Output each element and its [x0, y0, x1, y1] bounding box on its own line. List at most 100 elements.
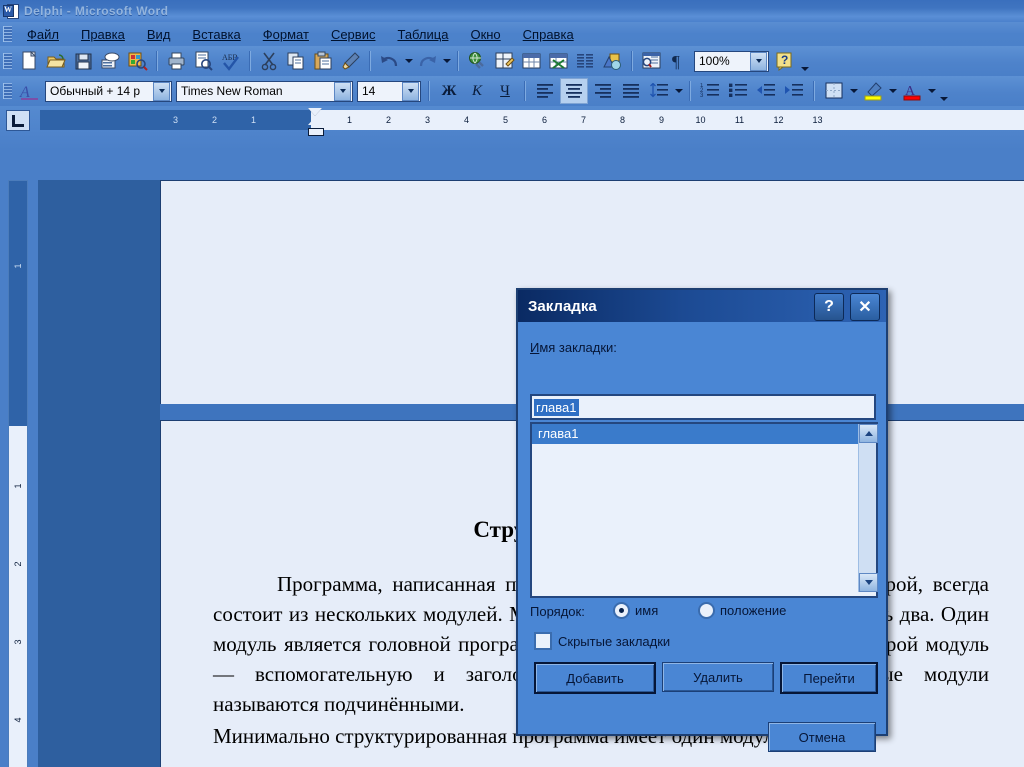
dialog-title-bar[interactable]: Закладка ? ✕ — [518, 290, 886, 322]
search-document-icon[interactable] — [125, 49, 150, 73]
format-painter-icon[interactable] — [338, 49, 363, 73]
ruler-strip[interactable]: 3 2 1 1 2 3 4 5 6 7 8 9 10 11 12 13 — [40, 110, 1024, 130]
menu-item-help[interactable]: Справка — [512, 25, 585, 44]
menu-item-edit[interactable]: Правка — [70, 25, 136, 44]
paste-icon[interactable] — [311, 49, 336, 73]
order-radio-position[interactable]: положение — [698, 602, 786, 619]
undo-dropdown-caret[interactable] — [403, 49, 414, 73]
highlight-icon[interactable] — [860, 79, 886, 103]
vertical-ruler-tick: 4 — [13, 717, 23, 723]
italic-label: К — [472, 82, 482, 99]
print-preview-icon[interactable] — [191, 49, 216, 73]
underline-button[interactable]: Ч — [492, 79, 518, 103]
dialog-help-button[interactable]: ? — [814, 293, 844, 321]
font-combobox[interactable]: Times New Roman — [176, 80, 353, 102]
menu-grip-handle[interactable] — [3, 26, 12, 42]
delete-button[interactable]: Удалить — [662, 662, 774, 692]
save-icon[interactable] — [71, 49, 96, 73]
checkbox-box — [534, 632, 552, 650]
toolbar-separator — [457, 51, 459, 71]
font-size-combobox[interactable]: 14 — [357, 80, 421, 102]
hanging-indent-marker[interactable] — [308, 117, 322, 125]
redo-dropdown-caret[interactable] — [441, 49, 452, 73]
left-indent-marker[interactable] — [308, 128, 324, 136]
standard-toolbar-overflow-caret[interactable] — [798, 47, 811, 75]
help-question-icon[interactable]: ? — [772, 49, 797, 73]
menu-item-table[interactable]: Таблица — [386, 25, 459, 44]
formatting-toolbar-grip[interactable] — [3, 83, 12, 99]
line-spacing-dropdown-caret[interactable] — [673, 79, 684, 103]
add-button[interactable]: Добавить — [534, 662, 656, 694]
open-folder-icon[interactable] — [44, 49, 69, 73]
italic-button[interactable]: К — [464, 79, 490, 103]
spelling-check-icon[interactable]: АБВ — [218, 49, 243, 73]
styles-and-formatting-icon[interactable]: A — [17, 79, 42, 103]
bookmark-name-label: Имя закладки: — [530, 340, 617, 355]
align-center-icon[interactable] — [560, 78, 588, 104]
goto-button[interactable]: Перейти — [780, 662, 878, 694]
document-map-icon[interactable] — [639, 49, 664, 73]
scroll-down-arrow-icon[interactable] — [859, 573, 878, 592]
highlight-dropdown-caret[interactable] — [887, 79, 898, 103]
align-justify-icon[interactable] — [618, 79, 644, 103]
menu-item-file[interactable]: Файл — [16, 25, 70, 44]
align-right-icon[interactable] — [590, 79, 616, 103]
order-radio-name[interactable]: имя — [613, 602, 658, 619]
standard-toolbar-grip[interactable] — [3, 53, 12, 69]
numbered-list-icon[interactable]: 123 — [697, 79, 723, 103]
menu-item-window[interactable]: Окно — [459, 25, 511, 44]
show-formatting-marks-icon[interactable]: ¶ — [666, 49, 691, 73]
hyperlink-icon[interactable] — [465, 49, 490, 73]
dialog-close-button[interactable]: ✕ — [850, 293, 880, 321]
menu-item-tools[interactable]: Сервис — [320, 25, 387, 44]
font-color-icon[interactable]: A — [899, 79, 925, 103]
insert-table-icon[interactable] — [519, 49, 544, 73]
zoom-combobox[interactable]: 100% — [694, 50, 769, 72]
borders-icon[interactable] — [821, 79, 847, 103]
formatting-toolbar-overflow-caret[interactable] — [937, 77, 950, 105]
borders-dropdown-caret[interactable] — [848, 79, 859, 103]
horizontal-ruler[interactable]: 3 2 1 1 2 3 4 5 6 7 8 9 10 11 12 13 — [0, 106, 1024, 150]
menu-edit-label: Правка — [80, 26, 125, 42]
redo-icon[interactable] — [415, 49, 440, 73]
cut-scissors-icon[interactable] — [257, 49, 282, 73]
menu-item-insert[interactable]: Вставка — [181, 25, 251, 44]
font-color-dropdown-caret[interactable] — [926, 79, 937, 103]
toolbar-separator — [631, 51, 633, 71]
align-left-icon[interactable] — [532, 79, 558, 103]
style-dropdown-arrow[interactable] — [153, 81, 170, 101]
svg-text:?: ? — [781, 53, 788, 67]
new-document-icon[interactable] — [17, 49, 42, 73]
font-size-dropdown-arrow[interactable] — [402, 81, 419, 101]
font-dropdown-arrow[interactable] — [334, 81, 351, 101]
list-item[interactable]: глава1 — [532, 424, 858, 444]
decrease-indent-icon[interactable] — [753, 79, 779, 103]
menu-item-format[interactable]: Формат — [252, 25, 320, 44]
bold-button[interactable]: Ж — [436, 79, 462, 103]
menu-item-view[interactable]: Вид — [136, 25, 182, 44]
zoom-dropdown-arrow[interactable] — [750, 51, 767, 71]
email-icon[interactable] — [98, 49, 123, 73]
bookmark-list[interactable]: глава1 — [530, 422, 878, 598]
bookmark-name-label-rest: мя закладки: — [539, 340, 617, 355]
copy-icon[interactable] — [284, 49, 309, 73]
undo-icon[interactable] — [377, 49, 402, 73]
drawing-icon[interactable] — [600, 49, 625, 73]
left-tab-stop-icon[interactable] — [6, 110, 30, 131]
bookmark-list-scrollbar[interactable] — [858, 424, 878, 592]
insert-excel-sheet-icon[interactable] — [546, 49, 571, 73]
first-line-indent-marker[interactable] — [308, 108, 322, 116]
vertical-ruler[interactable]: 1 1 2 3 4 — [8, 180, 28, 767]
cancel-button[interactable]: Отмена — [768, 722, 876, 752]
line-spacing-icon[interactable] — [646, 79, 672, 103]
scroll-up-arrow-icon[interactable] — [859, 424, 878, 443]
print-icon[interactable] — [164, 49, 189, 73]
bookmark-name-value: глава1 — [534, 398, 579, 416]
style-combobox[interactable]: Обычный + 14 p — [45, 80, 172, 102]
tables-and-borders-icon[interactable] — [492, 49, 517, 73]
columns-icon[interactable] — [573, 49, 598, 73]
hidden-bookmarks-checkbox[interactable]: Скрытые закладки — [534, 632, 670, 650]
increase-indent-icon[interactable] — [781, 79, 807, 103]
bookmark-name-input[interactable]: глава1 — [530, 394, 876, 420]
bullet-list-icon[interactable] — [725, 79, 751, 103]
